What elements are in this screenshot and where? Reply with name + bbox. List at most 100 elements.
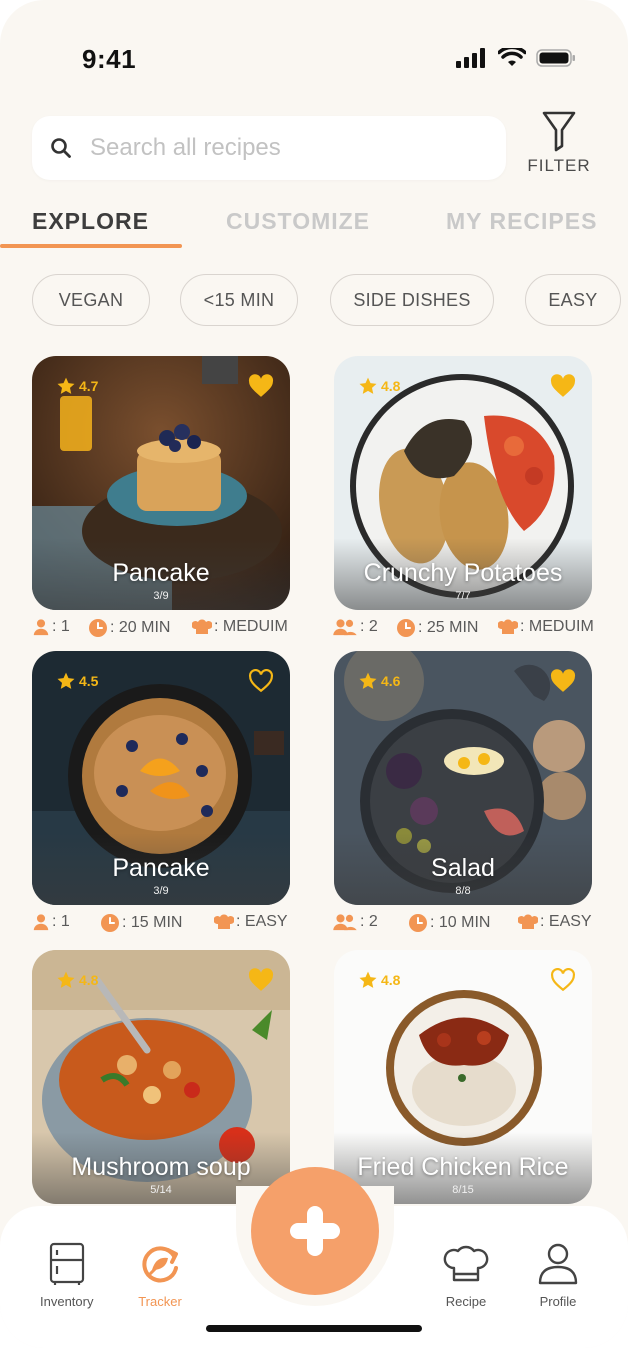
rating-value: 4.7 — [79, 378, 99, 394]
recipe-steps: 3/9 — [153, 590, 169, 602]
heart-outline-icon[interactable] — [550, 968, 576, 992]
search-input[interactable] — [90, 134, 470, 162]
tab-explore[interactable]: EXPLORE — [32, 208, 149, 235]
nav-inventory[interactable]: Inventory — [40, 1242, 93, 1309]
search-icon — [50, 137, 72, 159]
filter-button[interactable]: FILTER — [522, 110, 596, 186]
cook-time: : 20 MIN — [110, 619, 171, 636]
heart-filled-icon[interactable] — [550, 374, 576, 398]
difficulty: : MEDUIM — [520, 618, 594, 635]
rating: 4.6 — [358, 671, 400, 691]
tab-bar: EXPLORE CUSTOMIZE MY RECIPES — [0, 200, 628, 250]
clock-icon — [409, 914, 427, 932]
recipe-card[interactable]: 4.5 Pancake 3/9 — [32, 651, 290, 905]
chef-hat-small-icon — [192, 619, 212, 634]
rating-value: 4.8 — [381, 972, 401, 988]
recipe-card[interactable]: 4.8 Mushroom soup 5/14 — [32, 950, 290, 1204]
rating: 4.8 — [56, 970, 98, 990]
cook-time: : 10 MIN — [430, 914, 491, 931]
recipe-meta: : 2 : 25 MIN : MEDUIM — [332, 618, 594, 640]
chip-side-dishes[interactable]: SIDE DISHES — [330, 274, 494, 326]
recipe-card[interactable]: 4.8 Crunchy Potatoes 7/7 — [334, 356, 592, 610]
heart-filled-icon[interactable] — [248, 374, 274, 398]
status-time: 9:41 — [82, 44, 137, 74]
status-icons — [456, 48, 576, 68]
rating-value: 4.6 — [381, 673, 401, 689]
battery-icon — [536, 49, 575, 67]
chef-hat-icon — [443, 1245, 489, 1282]
recipe-name: Salad — [431, 854, 495, 882]
people-icon — [333, 619, 357, 636]
wifi-icon — [498, 48, 526, 66]
difficulty: : MEDUIM — [214, 618, 288, 635]
difficulty: : EASY — [236, 913, 288, 930]
star-icon — [57, 672, 75, 689]
filter-label: FILTER — [527, 156, 591, 175]
nav-recipe[interactable]: Recipe — [443, 1242, 489, 1309]
heart-filled-icon[interactable] — [248, 968, 274, 992]
nav-label: Recipe — [445, 1294, 487, 1309]
nav-label: Inventory — [40, 1294, 94, 1309]
heart-filled-icon[interactable] — [550, 669, 576, 693]
rating-value: 4.8 — [381, 378, 401, 394]
plus-icon — [290, 1206, 340, 1256]
tab-my-recipes[interactable]: MY RECIPES — [446, 208, 597, 235]
funnel-icon — [542, 111, 576, 152]
recipe-steps: 8/8 — [455, 885, 471, 897]
tab-customize[interactable]: CUSTOMIZE — [226, 208, 370, 235]
nav-tracker[interactable]: Tracker — [138, 1242, 182, 1309]
rating: 4.8 — [358, 970, 400, 990]
chip-easy[interactable]: EASY — [525, 274, 621, 326]
star-icon — [359, 971, 377, 988]
fridge-icon — [49, 1242, 84, 1285]
recipe-name: Pancake — [112, 854, 210, 882]
people-icon — [333, 914, 357, 931]
recipe-name: Mushroom soup — [71, 1153, 251, 1181]
chef-hat-small-icon — [498, 619, 518, 634]
servings: : 1 — [52, 618, 70, 635]
recipe-steps: 3/9 — [153, 885, 169, 897]
clock-icon — [397, 619, 415, 637]
person-icon — [33, 619, 49, 636]
recipe-meta: : 1 : 15 MIN : EASY — [32, 913, 294, 935]
recipe-card[interactable]: 4.6 Salad 8/8 — [334, 651, 592, 905]
servings: : 2 — [360, 913, 378, 930]
recipe-name: Fried Chicken Rice — [357, 1153, 569, 1181]
recipe-meta: : 2 : 10 MIN : EASY — [332, 913, 594, 935]
rating: 4.8 — [358, 376, 400, 396]
nav-profile[interactable]: Profile — [537, 1242, 579, 1309]
chip-vegan[interactable]: VEGAN — [32, 274, 150, 326]
recipe-name: Pancake — [112, 559, 210, 587]
heart-outline-icon[interactable] — [248, 669, 274, 693]
star-icon — [359, 672, 377, 689]
recipe-card[interactable]: 4.7 Pancake 3/9 — [32, 356, 290, 610]
tracker-icon — [142, 1246, 178, 1283]
app-screen: 9:41 FILTER EXPLORE — [0, 0, 628, 1348]
cook-time: : 25 MIN — [418, 619, 479, 636]
cook-time: : 15 MIN — [122, 914, 183, 931]
servings: : 2 — [360, 618, 378, 635]
nav-label: Tracker — [138, 1294, 182, 1309]
user-icon — [538, 1243, 578, 1285]
star-icon — [57, 971, 75, 988]
recipe-meta: : 1 : 20 MIN : MEDUIM — [32, 618, 294, 640]
chef-hat-small-icon — [214, 914, 234, 929]
star-icon — [359, 377, 377, 394]
star-icon — [57, 377, 75, 394]
recipe-card[interactable]: 4.8 Fried Chicken Rice 8/15 — [334, 950, 592, 1204]
person-icon — [33, 914, 49, 931]
rating-value: 4.8 — [79, 972, 99, 988]
signal-icon — [456, 48, 485, 68]
nav-label: Profile — [539, 1294, 577, 1309]
search-bar[interactable] — [32, 116, 506, 180]
rating: 4.5 — [56, 671, 98, 691]
difficulty: : EASY — [540, 913, 592, 930]
active-tab-indicator — [0, 244, 182, 248]
clock-icon — [89, 619, 107, 637]
clock-icon — [101, 914, 119, 932]
chip-under-15-min[interactable]: <15 MIN — [180, 274, 298, 326]
chef-hat-small-icon — [518, 914, 538, 929]
recipe-steps: 7/7 — [455, 590, 471, 602]
rating-value: 4.5 — [79, 673, 99, 689]
add-button[interactable] — [251, 1167, 379, 1295]
